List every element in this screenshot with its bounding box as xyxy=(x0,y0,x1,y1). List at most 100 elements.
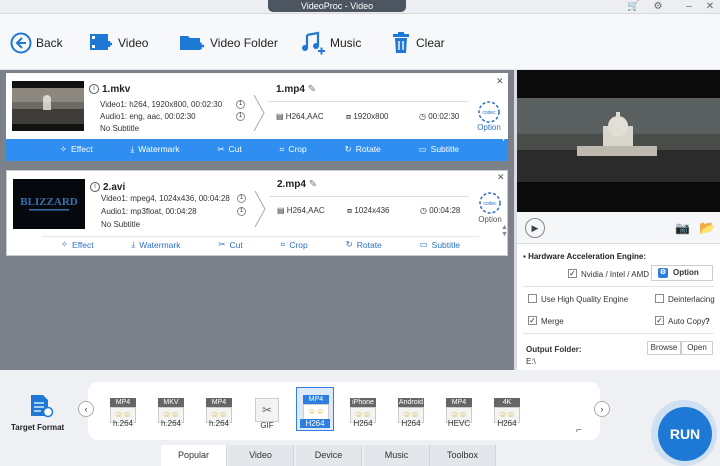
subtitle-info[interactable]: No Subtitle xyxy=(100,124,139,133)
tab-video[interactable]: Video xyxy=(228,445,294,466)
option-button[interactable]: Option xyxy=(475,215,505,224)
tab-toolbox[interactable]: Toolbox xyxy=(430,445,496,466)
tab-device[interactable]: Device xyxy=(296,445,362,466)
resolution-icon: ⧈ xyxy=(347,206,353,215)
video-preview xyxy=(517,70,720,212)
add-video-button[interactable]: Video xyxy=(88,28,148,58)
hw-vendor-label: Nvidia / Intel / AMD xyxy=(581,270,650,279)
svg-text:codec: codec xyxy=(483,201,497,207)
subtitle-info[interactable]: No Subtitle xyxy=(101,220,140,229)
divider xyxy=(523,333,714,334)
gear-icon[interactable]: ⚙ xyxy=(652,1,664,12)
divider xyxy=(268,101,468,102)
crop-label: Crop xyxy=(289,239,308,250)
high-quality-checkbox[interactable] xyxy=(528,294,537,303)
input-file-name: 2.avi xyxy=(103,182,126,193)
cut-button[interactable]: ✂ Cut xyxy=(217,144,241,155)
watermark-button[interactable]: ⤓ Watermark xyxy=(130,144,179,155)
duration-field: ◷ 00:02:30 xyxy=(419,112,459,121)
tab-music[interactable]: Music xyxy=(364,445,430,466)
browse-button[interactable]: Browse xyxy=(647,341,681,355)
close-icon[interactable]: ✕ xyxy=(704,1,716,12)
format-badge: MKV xyxy=(158,398,184,407)
watermark-icon: ⤓ xyxy=(131,239,136,249)
crop-button[interactable]: ⌗ Crop xyxy=(280,144,307,155)
watermark-button[interactable]: ⤓ Watermark xyxy=(131,239,180,250)
edit-icon[interactable]: ✎ xyxy=(309,179,317,190)
edit-icon[interactable]: ✎ xyxy=(308,84,316,95)
merge-checkbox[interactable]: ✓ xyxy=(528,316,537,325)
resolution-field: ⧈ 1024x436 xyxy=(347,206,389,216)
format-badge: MP4 xyxy=(206,398,232,407)
rotate-button[interactable]: ↻ Rotate xyxy=(346,239,382,250)
target-format-label: Target Format xyxy=(11,423,65,432)
crop-icon: ⌗ xyxy=(279,143,285,154)
folder-add-icon xyxy=(180,36,204,50)
clear-button[interactable]: Clear xyxy=(390,28,445,58)
audio-stream-selector[interactable]: 1 xyxy=(237,207,246,216)
subtitle-button[interactable]: ▭ Subtitle xyxy=(419,144,459,155)
hw-accel-checkbox[interactable]: ✓ xyxy=(568,269,577,278)
add-music-button[interactable]: Music xyxy=(300,28,361,58)
duration-text: 00:02:30 xyxy=(428,112,460,121)
hw-accel-title-text: Hardware Acceleration Engine: xyxy=(528,252,647,261)
effect-button[interactable]: ✧ Effect xyxy=(61,239,94,250)
cut-label: Cut xyxy=(229,239,243,250)
output-file-name[interactable]: 2.mp4 ✎ xyxy=(277,179,317,190)
tab-popular[interactable]: Popular xyxy=(161,445,227,466)
format-label: GIF xyxy=(260,421,274,430)
add-folder-button[interactable]: Video Folder xyxy=(178,28,278,58)
video-stream-selector[interactable]: 1 xyxy=(236,100,245,109)
video-item[interactable]: BLIZZARD i 2.avi Video1: mpeg4, 1024x436… xyxy=(6,170,508,256)
codec-gear-icon[interactable]: codec xyxy=(475,191,505,215)
audio-stream-selector[interactable]: 1 xyxy=(236,112,245,121)
video-stream-selector[interactable]: 1 xyxy=(237,194,246,203)
info-icon[interactable]: i xyxy=(89,84,99,94)
folder-icon[interactable]: 📂 xyxy=(699,220,715,236)
minimize-icon[interactable]: – xyxy=(683,1,695,12)
cut-button[interactable]: ✂ Cut xyxy=(218,239,242,250)
run-button[interactable]: RUN xyxy=(658,407,712,461)
output-file-name[interactable]: 1.mp4 ✎ xyxy=(276,84,316,95)
play-icon[interactable]: ▶ xyxy=(525,218,545,238)
format-badge: iPhone xyxy=(350,398,376,407)
back-label: Back xyxy=(36,36,63,50)
resolution-field: ⧈ 1920x800 xyxy=(346,112,388,122)
film-icon: ▤ xyxy=(276,112,284,121)
video-thumbnail xyxy=(12,81,84,131)
rotate-button[interactable]: ↻ Rotate xyxy=(345,144,381,155)
rotate-label: Rotate xyxy=(356,239,382,250)
hw-option-button[interactable]: ⚙ Option xyxy=(651,265,713,281)
info-icon[interactable]: i xyxy=(90,182,100,192)
help-icon[interactable]: ? xyxy=(705,317,710,326)
format-label: H264 xyxy=(353,419,373,428)
format-badge: Android xyxy=(398,398,424,407)
scroll-left-button[interactable]: ‹ xyxy=(78,401,94,417)
video-folder-label: Video Folder xyxy=(210,36,278,50)
arrow-icon xyxy=(253,94,265,132)
subtitle-button[interactable]: ▭ Subtitle xyxy=(420,239,460,250)
effect-button[interactable]: ✧ Effect xyxy=(60,144,93,155)
cart-icon[interactable]: 🛒 xyxy=(627,1,639,12)
open-button[interactable]: Open xyxy=(681,341,713,355)
auto-copy-checkbox[interactable]: ✓ xyxy=(655,316,664,325)
output-path[interactable]: E:\ xyxy=(526,357,536,366)
snapshot-icon[interactable]: 📷 xyxy=(675,221,690,235)
svg-text:BLIZZARD: BLIZZARD xyxy=(20,196,78,208)
crop-button[interactable]: ⌗ Crop xyxy=(281,239,308,250)
back-button[interactable]: Back xyxy=(10,28,63,58)
duration-text: 00:04:28 xyxy=(429,206,461,215)
format-file-icon: ☺☺ xyxy=(303,404,329,420)
codec-gear-icon[interactable]: codec xyxy=(474,100,504,124)
output-folder-label: Output Folder: xyxy=(526,345,582,354)
remove-item-icon[interactable]: ✕ xyxy=(497,172,505,183)
reorder-arrows[interactable]: ▲ ▼ xyxy=(501,224,508,238)
deinterlacing-checkbox[interactable] xyxy=(655,294,664,303)
remove-item-icon[interactable]: ✕ xyxy=(496,76,504,87)
format-label: h.264 xyxy=(160,419,182,428)
video-item[interactable]: i 1.mkv Video1: h264, 1920x800, 00:02:30… xyxy=(6,73,508,161)
reorder-arrows[interactable]: ▲ ▼ xyxy=(500,129,507,143)
rotate-icon: ↻ xyxy=(345,239,353,249)
cut-label: Cut xyxy=(228,144,242,154)
scroll-right-button[interactable]: › xyxy=(594,401,610,417)
